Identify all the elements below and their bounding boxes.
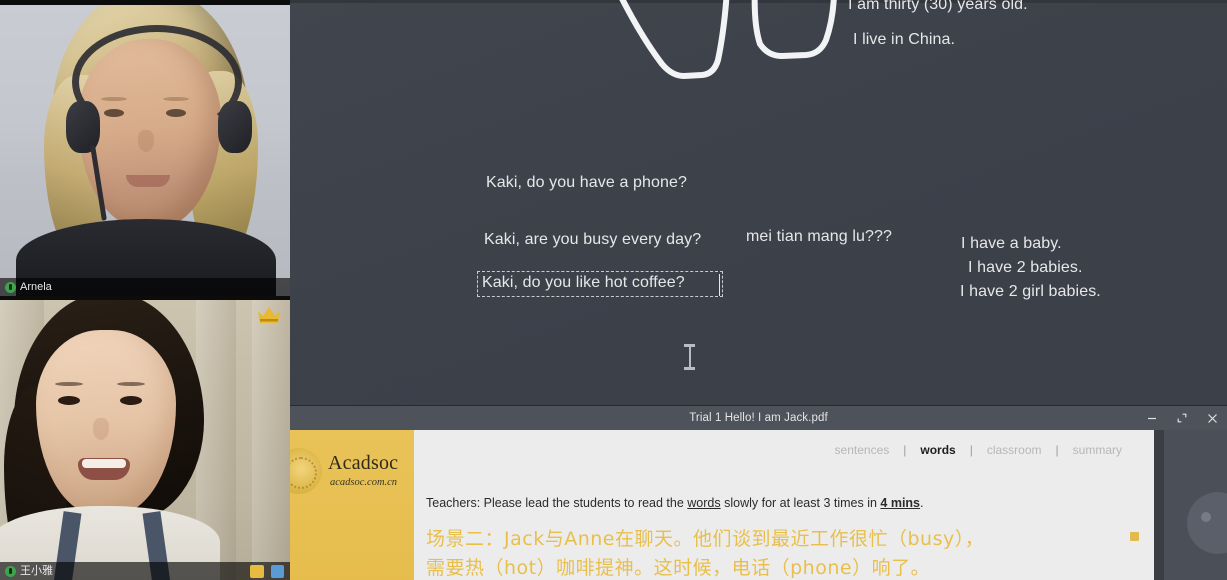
whiteboard-text-age[interactable]: I am thirty (30) years old.	[848, 0, 1028, 14]
student-teeth	[82, 459, 126, 468]
wall-panel-3	[252, 300, 290, 580]
instruction-part-3: .	[920, 496, 924, 510]
mic-on-icon[interactable]	[5, 281, 16, 293]
close-icon[interactable]	[1197, 406, 1227, 430]
whiteboard-text-baby-1[interactable]: I have a baby.	[961, 235, 1062, 253]
whiteboard-text-phone-question[interactable]: Kaki, do you have a phone?	[486, 174, 687, 192]
student-eye-right	[120, 396, 142, 405]
pdf-scrollbar[interactable]	[1154, 430, 1164, 580]
maximize-icon[interactable]	[1167, 406, 1197, 430]
student-mouth	[78, 458, 130, 480]
seal-icon	[290, 448, 322, 494]
teacher-name-bar: Arnela	[0, 278, 290, 296]
video-tile-student[interactable]: 王小雅	[0, 300, 290, 580]
tab-summary[interactable]: summary	[1059, 443, 1136, 457]
teacher-mouth	[126, 175, 170, 187]
instruction-underline-words: words	[687, 496, 721, 510]
brand-name: Acadsoc	[328, 452, 399, 474]
pdf-window-titlebar[interactable]: Trial 1 Hello! I am Jack.pdf	[290, 406, 1227, 430]
whiteboard-ink-layer	[619, 0, 837, 79]
pdf-brand-panel: Acadsoc acadsoc.com.cn	[290, 430, 414, 580]
teacher-video-frame	[0, 5, 290, 296]
video-panel: Arnela 王小雅	[0, 0, 290, 580]
text-ibeam-cursor	[684, 344, 695, 370]
headset-earcup-left	[66, 101, 100, 153]
window-controls	[1137, 406, 1227, 430]
instruction-underline-mins: 4 mins	[880, 496, 921, 510]
teacher-instruction-line: Teachers: Please lead the students to re…	[426, 496, 924, 510]
brand-url: acadsoc.com.cn	[330, 477, 398, 488]
whiteboard-text-baby-2[interactable]: I have 2 babies.	[968, 259, 1083, 277]
headset-earcup-right	[218, 101, 252, 153]
student-nose	[93, 418, 109, 440]
page-marker-icon	[1130, 532, 1139, 541]
student-eye-left	[58, 396, 80, 405]
tab-sentences[interactable]: sentences	[821, 443, 904, 457]
whiteboard-text-baby-3[interactable]: I have 2 girl babies.	[960, 283, 1101, 301]
tab-classroom[interactable]: classroom	[973, 443, 1056, 457]
crown-icon	[258, 307, 280, 323]
pdf-viewer-window: Trial 1 Hello! I am Jack.pdf Acadsoc aca…	[290, 406, 1227, 580]
mic-on-icon[interactable]	[5, 565, 16, 577]
text-caret	[719, 274, 720, 296]
participant-name: Arnela	[20, 280, 52, 293]
vip-badge-icon	[250, 565, 264, 578]
student-brow-left	[55, 382, 83, 386]
whiteboard-text-pinyin[interactable]: mei tian mang lu???	[746, 228, 892, 246]
whiteboard-text-country[interactable]: I live in China.	[853, 31, 955, 49]
pdf-window-body: Acadsoc acadsoc.com.cn sentences | words…	[290, 430, 1227, 580]
student-brow-right	[117, 382, 145, 386]
whiteboard-text-busy-question[interactable]: Kaki, are you busy every day?	[484, 231, 701, 249]
video-tile-teacher[interactable]: Arnela	[0, 5, 290, 296]
participant-name: 王小雅	[20, 564, 53, 577]
reward-badge-icon	[271, 565, 284, 578]
chinese-scenario-line-2: 需要热（hot）咖啡提神。这时候，电话（phone）响了。	[426, 557, 931, 579]
student-name-bar: 王小雅	[0, 562, 290, 580]
classroom-app: Arnela 王小雅 I am thirty (30) years old. I…	[0, 0, 1227, 580]
instruction-part-2: slowly for at least 3 times in	[720, 496, 881, 510]
minimize-icon[interactable]	[1137, 406, 1167, 430]
ink-stroke-v	[619, 0, 730, 79]
tab-words[interactable]: words	[906, 443, 969, 457]
pdf-page[interactable]: Acadsoc acadsoc.com.cn sentences | words…	[290, 430, 1154, 580]
pdf-nav-tabs: sentences | words | classroom | summary	[821, 443, 1136, 457]
ink-stroke-u	[751, 0, 837, 59]
whiteboard-text-coffee-question[interactable]: Kaki, do you like hot coffee?	[482, 274, 685, 292]
instruction-part-1: Teachers: Please lead the students to re…	[426, 496, 688, 510]
chinese-scenario-line-1: 场景二：Jack与Anne在聊天。他们谈到最近工作很忙（busy），	[426, 528, 985, 550]
pdf-window-title: Trial 1 Hello! I am Jack.pdf	[689, 412, 828, 424]
whiteboard-text-selection-box[interactable]: Kaki, do you like hot coffee?	[477, 271, 723, 297]
student-video-frame	[0, 300, 290, 580]
